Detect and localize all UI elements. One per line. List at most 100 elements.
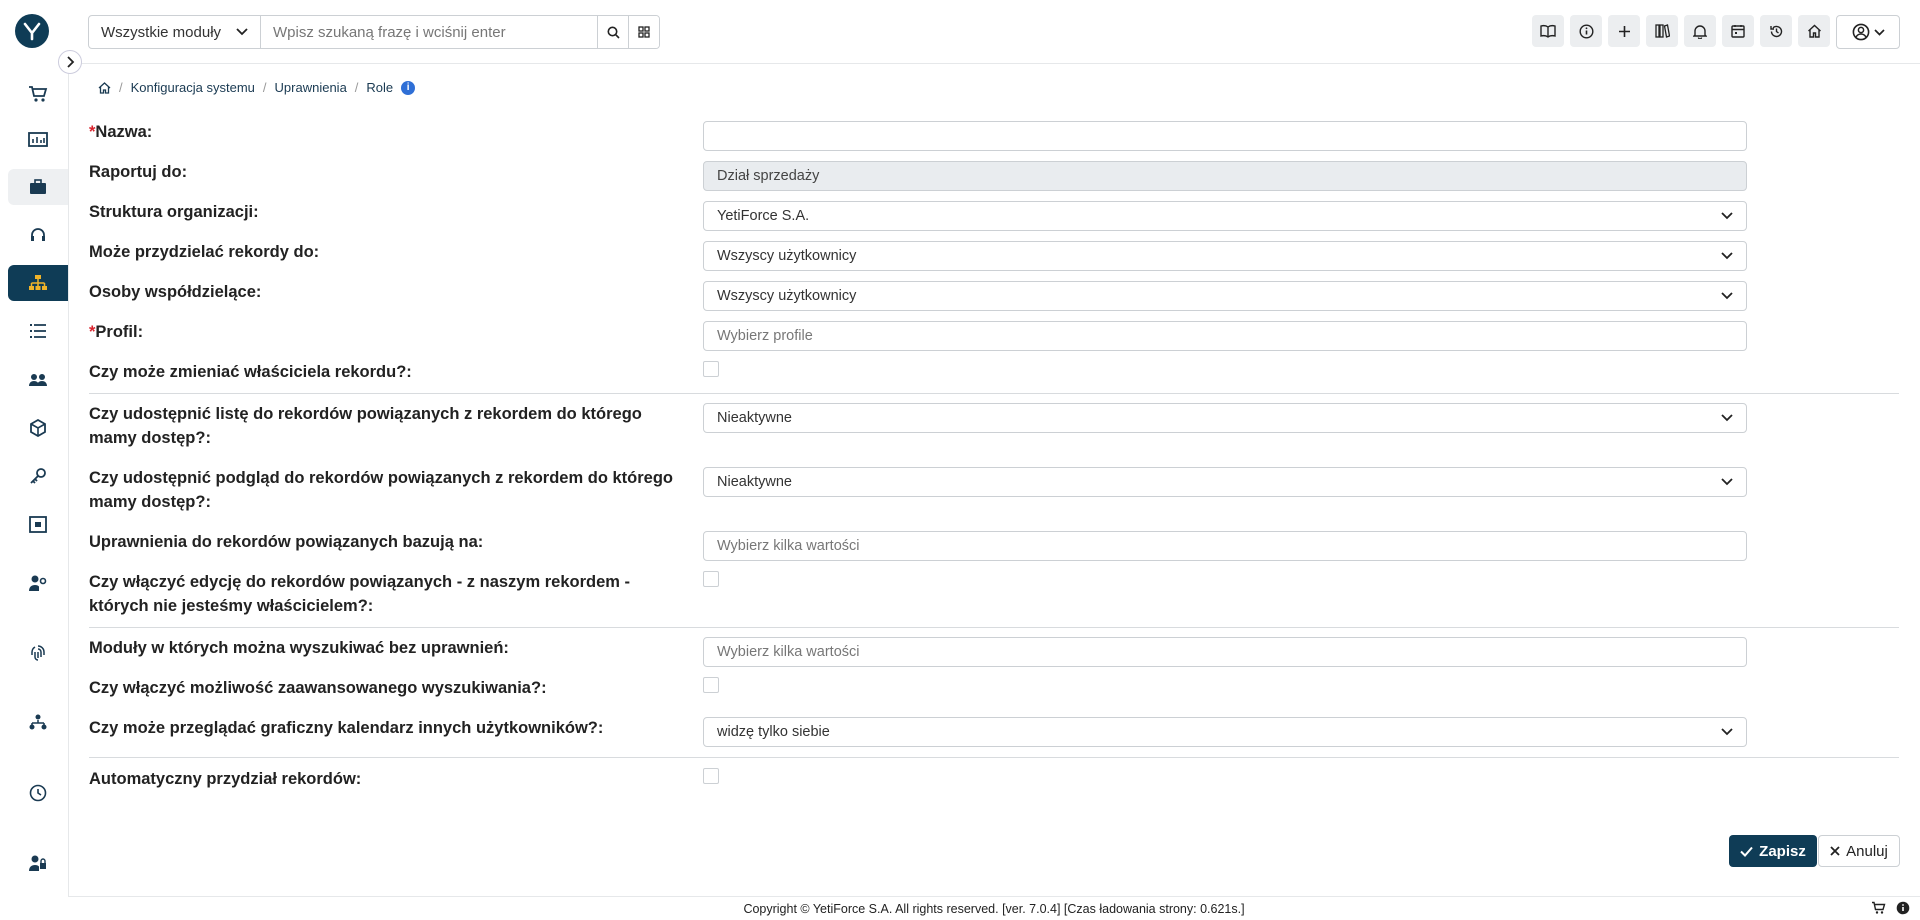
users-icon <box>29 374 47 386</box>
sidebar-expand-button[interactable] <box>58 50 82 74</box>
sidebar-item-user-lock[interactable] <box>8 845 68 881</box>
info-circle-icon[interactable] <box>1896 901 1910 915</box>
cancel-button-label: Anuluj <box>1846 842 1888 860</box>
auto-assign-label: Automatyczny przydział rekordów: <box>89 770 362 788</box>
calendar-value: widzę tylko siebie <box>717 724 830 740</box>
breadcrumb-separator: / <box>354 80 359 95</box>
knowledge-base-button[interactable] <box>1532 15 1564 47</box>
footer-icons <box>1871 901 1910 915</box>
info-button[interactable] <box>1570 15 1602 47</box>
report-to-field: Dział sprzedaży <box>703 161 1747 191</box>
breadcrumb-item-system-config[interactable]: Konfiguracja systemu <box>131 80 255 95</box>
fingerprint-icon <box>31 645 45 661</box>
sidebar-item-security[interactable] <box>8 635 68 671</box>
advanced-search-checkbox[interactable] <box>703 677 719 693</box>
chart-monitor-icon <box>28 132 48 147</box>
search-button[interactable] <box>597 16 628 48</box>
sidebar-item-company[interactable] <box>8 169 68 205</box>
breadcrumb-item-permissions[interactable]: Uprawnienia <box>275 80 347 95</box>
save-button[interactable]: Zapisz <box>1729 835 1817 867</box>
quick-create-button[interactable] <box>1608 15 1640 47</box>
history-button[interactable] <box>1760 15 1792 47</box>
org-structure-select[interactable]: YetiForce S.A. <box>703 201 1747 231</box>
sidebar-item-organization[interactable] <box>8 265 68 301</box>
related-perms-select[interactable]: Wybierz kilka wartości <box>703 531 1747 561</box>
chevron-down-icon <box>1721 252 1733 260</box>
sidebar-item-modules[interactable] <box>8 410 68 446</box>
sidebar-item-users[interactable] <box>8 362 68 398</box>
sitemap-icon <box>29 275 47 290</box>
info-circle-icon <box>1578 23 1594 39</box>
assign-records-select[interactable]: Wszyscy użytkownicy <box>703 241 1747 271</box>
change-owner-label: Czy może zmieniać właściciela rekordu?: <box>89 363 412 381</box>
breadcrumb: / Konfiguracja systemu / Uprawnienia / R… <box>98 80 416 95</box>
global-search: Wszystkie moduły <box>88 15 660 49</box>
footer-copyright: Copyright © YetiForce S.A. All rights re… <box>743 901 1245 916</box>
plus-icon <box>1618 25 1630 37</box>
co-sharing-label: Osoby współdzielące: <box>89 283 262 301</box>
home-button[interactable] <box>1798 15 1830 47</box>
sidebar-item-history[interactable] <box>8 775 68 811</box>
chevron-down-icon <box>236 28 248 36</box>
calendar-select[interactable]: widzę tylko siebie <box>703 717 1747 747</box>
grid-icon <box>638 26 650 38</box>
yetiforce-logo[interactable] <box>15 14 49 48</box>
breadcrumb-separator: / <box>262 80 267 95</box>
briefcase-icon <box>30 179 46 194</box>
profile-select[interactable]: Wybierz profile <box>703 321 1747 351</box>
history-icon <box>29 784 47 802</box>
info-icon[interactable]: i <box>401 80 416 95</box>
co-sharing-value: Wszyscy użytkownicy <box>717 288 857 304</box>
sidebar-item-calendar[interactable] <box>8 506 68 542</box>
co-sharing-select[interactable]: Wszyscy użytkownicy <box>703 281 1747 311</box>
cart-icon[interactable] <box>1871 901 1886 915</box>
sidebar-item-sales[interactable] <box>8 76 68 112</box>
search-input[interactable] <box>261 16 597 48</box>
cart-icon <box>29 86 48 102</box>
module-select[interactable]: Wszystkie moduły <box>89 16 261 48</box>
sidebar-item-dashboard[interactable] <box>8 123 68 159</box>
search-modules-label: Moduły w których można wyszukiwać bez up… <box>89 639 509 657</box>
auto-assign-checkbox[interactable] <box>703 768 719 784</box>
bookmarks-button[interactable] <box>1646 15 1678 47</box>
profile-label: *Profil: <box>89 323 144 341</box>
cancel-button[interactable]: Anuluj <box>1818 835 1900 867</box>
home-icon <box>1807 24 1821 38</box>
org-structure-label: Struktura organizacji: <box>89 203 259 221</box>
share-list-select[interactable]: Nieaktywne <box>703 403 1747 433</box>
sidebar-item-keys[interactable] <box>8 458 68 494</box>
sidebar-item-lists[interactable] <box>8 313 68 349</box>
reminders-button[interactable] <box>1722 15 1754 47</box>
user-lock-icon <box>29 855 46 871</box>
calendar-label: Czy może przeglądać graficzny kalendarz … <box>89 719 604 737</box>
chevron-down-icon <box>1721 212 1733 220</box>
chevron-down-icon <box>1721 478 1733 486</box>
chevron-down-icon <box>1721 292 1733 300</box>
share-list-value: Nieaktywne <box>717 410 792 426</box>
home-icon[interactable] <box>98 81 111 94</box>
share-preview-select[interactable]: Nieaktywne <box>703 467 1747 497</box>
edit-related-checkbox[interactable] <box>703 571 719 587</box>
sidebar-item-hierarchy[interactable] <box>8 705 68 741</box>
share-preview-value: Nieaktywne <box>717 474 792 490</box>
module-select-value: Wszystkie moduły <box>101 23 222 41</box>
advanced-search-button[interactable] <box>628 16 659 48</box>
calendar-box-icon <box>29 516 47 533</box>
notifications-button[interactable] <box>1684 15 1716 47</box>
assign-records-value: Wszyscy użytkownicy <box>717 248 857 264</box>
change-owner-checkbox[interactable] <box>703 361 719 377</box>
search-modules-select[interactable]: Wybierz kilka wartości <box>703 637 1747 667</box>
sidebar-item-user-settings[interactable] <box>8 565 68 601</box>
share-list-label: Czy udostępnić listę do rekordów powiąza… <box>89 405 642 447</box>
cubes-icon <box>30 419 46 437</box>
chevron-down-icon <box>1873 28 1885 36</box>
divider <box>89 393 1899 394</box>
name-input[interactable] <box>703 121 1747 151</box>
sidebar <box>0 0 69 919</box>
bell-icon <box>1693 24 1707 39</box>
sidebar-item-support[interactable] <box>8 218 68 254</box>
history-icon <box>1769 25 1782 37</box>
user-menu-button[interactable] <box>1836 15 1900 49</box>
name-label: *Nazwa: <box>89 123 153 141</box>
chevron-down-icon <box>1721 728 1733 736</box>
